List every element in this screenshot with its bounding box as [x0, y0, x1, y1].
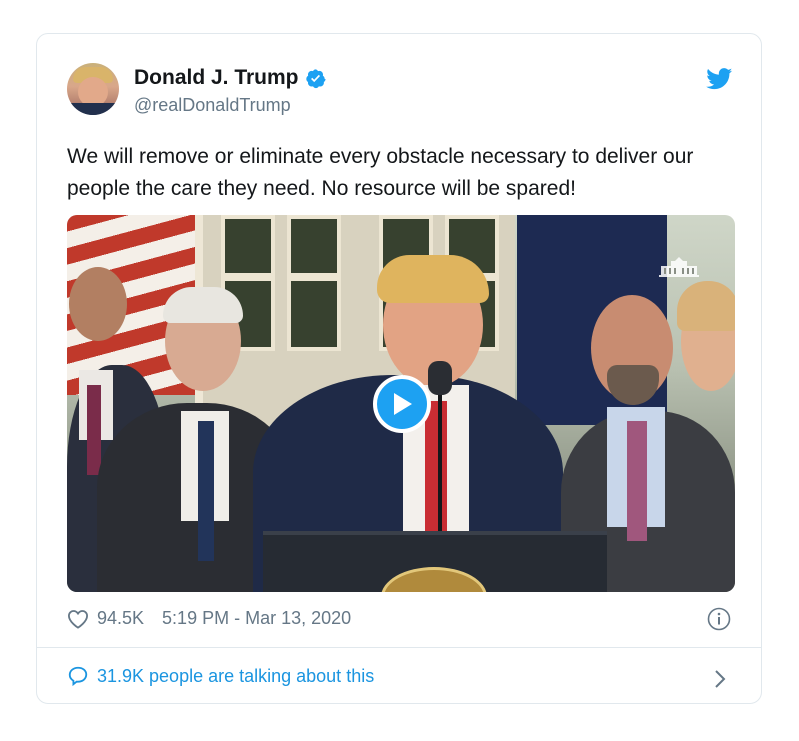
- tweet-timestamp[interactable]: 5:19 PM - Mar 13, 2020: [162, 608, 351, 629]
- conversation-text[interactable]: 31.9K people are talking about this: [97, 666, 374, 687]
- author-name-row[interactable]: Donald J. Trump: [134, 66, 326, 90]
- video-player[interactable]: [67, 215, 735, 592]
- heart-icon[interactable]: [67, 609, 89, 629]
- author-handle[interactable]: @realDonaldTrump: [134, 95, 291, 116]
- chevron-right-icon[interactable]: [713, 668, 727, 690]
- author-avatar[interactable]: [67, 63, 119, 115]
- author-name[interactable]: Donald J. Trump: [134, 66, 299, 90]
- divider: [37, 647, 761, 648]
- podium-graphic: [263, 531, 607, 592]
- white-house-watermark-icon: [659, 257, 699, 277]
- play-icon: [394, 393, 412, 415]
- twitter-bird-icon[interactable]: [706, 68, 733, 90]
- verified-badge-icon: [305, 68, 326, 88]
- info-icon[interactable]: [707, 607, 731, 631]
- tweet-header: Donald J. Trump @realDonaldTrump: [37, 34, 761, 134]
- presidential-seal-graphic: [381, 567, 487, 592]
- like-count[interactable]: 94.5K: [97, 608, 144, 629]
- speech-bubble-icon: [68, 666, 88, 687]
- tweet-stats: 94.5K 5:19 PM - Mar 13, 2020: [67, 608, 351, 629]
- play-button[interactable]: [373, 375, 431, 433]
- tweet-card[interactable]: Donald J. Trump @realDonaldTrump We will…: [36, 33, 762, 704]
- tweet-text: We will remove or eliminate every obstac…: [67, 145, 694, 200]
- conversation-link[interactable]: 31.9K people are talking about this: [67, 665, 374, 687]
